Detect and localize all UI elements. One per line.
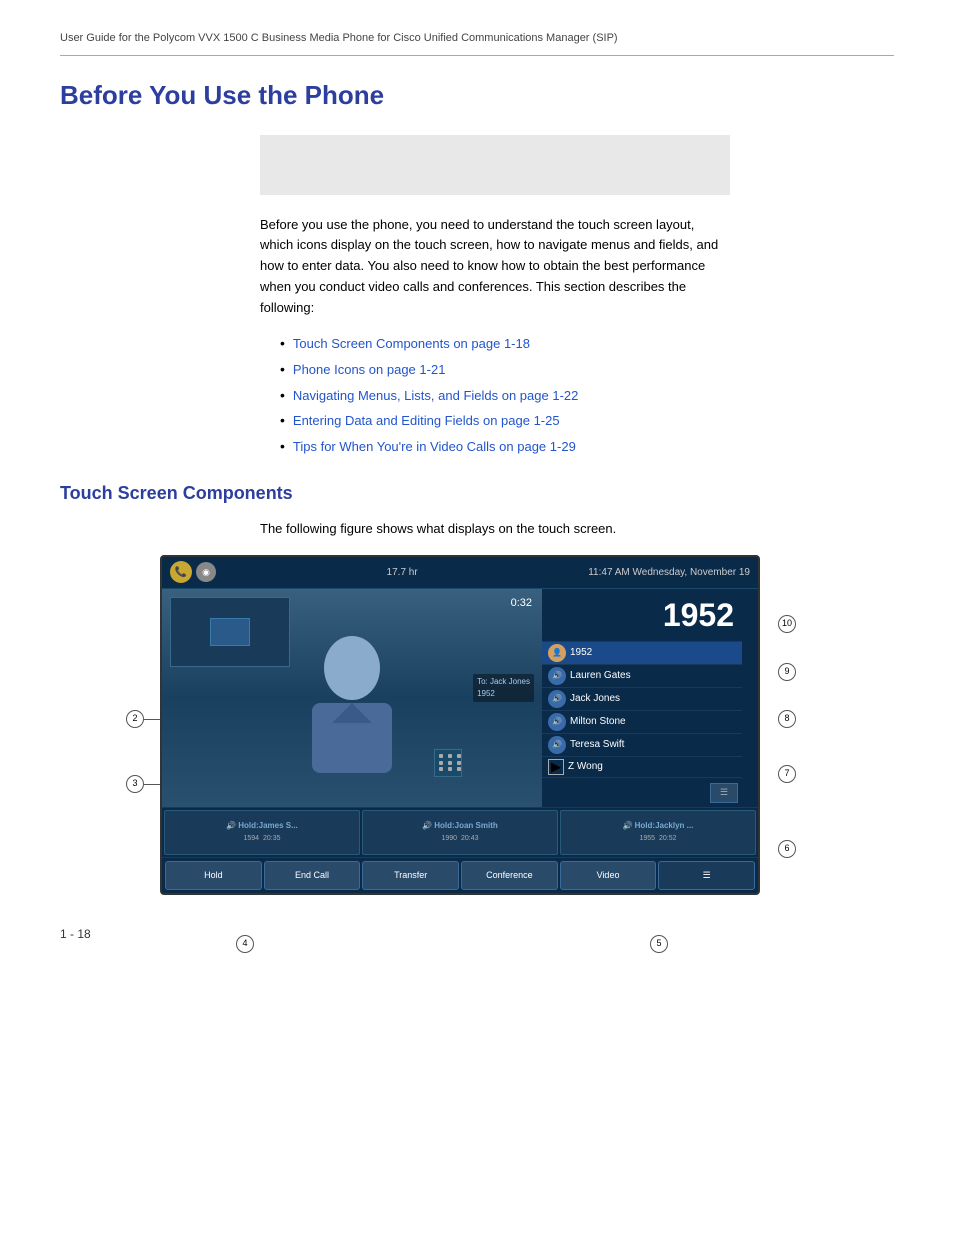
screen-icons-left: 📞 ◉: [170, 561, 216, 583]
guide-title: User Guide for the Polycom VVX 1500 C Bu…: [60, 30, 894, 47]
more-button[interactable]: ☰: [658, 861, 755, 890]
action-bar: Hold End Call Transfer Conference Video …: [162, 857, 758, 893]
hold-item-2[interactable]: 🔊 Hold:Joan Smith 1990 20:43: [362, 810, 558, 855]
contact-zwong: Z Wong: [568, 759, 736, 774]
list-item: Touch Screen Components on page 1-18: [280, 334, 894, 354]
sidebar-bottom-icon: ☰: [542, 779, 742, 807]
arrow-icon: ▶: [548, 759, 564, 775]
right-sidebar: 1952 👤 1952 🔊 Lauren Gates 🔊 Jack Jones: [542, 589, 742, 807]
conference-button[interactable]: Conference: [461, 861, 558, 890]
callout-2: 2: [126, 710, 144, 728]
callout-6: 6: [778, 840, 796, 858]
contact-name-active: 1952: [570, 645, 736, 660]
callout-9: 9: [778, 663, 796, 681]
video-area: 0:32 To: Jack Jones: [162, 589, 542, 807]
page-number: 1 - 18: [60, 925, 894, 943]
transfer-button[interactable]: Transfer: [362, 861, 459, 890]
hold-item-1[interactable]: 🔊 Hold:James S... 1594 20:35: [164, 810, 360, 855]
screen-header: 📞 ◉ 17.7 hr 11:47 AM Wednesday, November…: [162, 557, 758, 589]
active-large-number: 1952: [542, 589, 742, 642]
screen-header-datetime: 11:47 AM Wednesday, November 19: [588, 565, 750, 580]
call-to-label: To: Jack Jones 1952: [473, 674, 534, 702]
figure-caption: The following figure shows what displays…: [260, 519, 894, 539]
contact-milton: Milton Stone: [570, 714, 736, 729]
bullet-link-3[interactable]: Navigating Menus, Lists, and Fields on p…: [293, 386, 578, 406]
hold-bar: 🔊 Hold:James S... 1594 20:35 🔊 Hold:Joan…: [162, 807, 758, 857]
intro-text: Before you use the phone, you need to un…: [260, 215, 730, 319]
callout-4: 4: [236, 935, 254, 953]
video-thumbnail: [170, 597, 290, 667]
contact-lauren: Lauren Gates: [570, 668, 736, 683]
list-item: Tips for When You're in Video Calls on p…: [280, 437, 894, 457]
avatar-photo: 👤: [548, 644, 566, 662]
phone-screen: 📞 ◉ 17.7 hr 11:47 AM Wednesday, November…: [160, 555, 760, 895]
sidebar-entry-active[interactable]: 👤 1952: [542, 642, 742, 665]
bullet-list: Touch Screen Components on page 1-18 Pho…: [280, 334, 894, 456]
hold-item-3[interactable]: 🔊 Hold:Jacklyn ... 1955 20:52: [560, 810, 756, 855]
image-placeholder: [260, 135, 730, 195]
end-call-button[interactable]: End Call: [264, 861, 361, 890]
screen-header-time: 17.7 hr: [216, 565, 588, 580]
keypad-icon: [434, 749, 462, 777]
bullet-link-4[interactable]: Entering Data and Editing Fields on page…: [293, 411, 560, 431]
phone-figure: 1 2 3 4 5 6 7 8: [120, 555, 874, 895]
bullet-link-1[interactable]: Touch Screen Components on page 1-18: [293, 334, 530, 354]
list-item: Phone Icons on page 1-21: [280, 360, 894, 380]
callout-10: 10: [778, 615, 796, 633]
call-timer: 0:32: [511, 595, 532, 612]
page-container: User Guide for the Polycom VVX 1500 C Bu…: [0, 0, 954, 983]
bullet-link-5[interactable]: Tips for When You're in Video Calls on p…: [293, 437, 576, 457]
callout-3: 3: [126, 775, 144, 793]
list-item: Entering Data and Editing Fields on page…: [280, 411, 894, 431]
sidebar-entry-milton[interactable]: 🔊 Milton Stone: [542, 711, 742, 734]
video-button[interactable]: Video: [560, 861, 657, 890]
callout-8: 8: [778, 710, 796, 728]
hold-button[interactable]: Hold: [165, 861, 262, 890]
list-item: Navigating Menus, Lists, and Fields on p…: [280, 386, 894, 406]
avatar-jack: 🔊: [548, 690, 566, 708]
callout-7: 7: [778, 765, 796, 783]
page-title: Before You Use the Phone: [60, 76, 894, 115]
menu-icon[interactable]: ☰: [710, 783, 738, 803]
header-divider: [60, 55, 894, 56]
screen-body: 0:32 To: Jack Jones: [162, 589, 758, 807]
contact-teresa: Teresa Swift: [570, 737, 736, 752]
headset-icon: ◉: [196, 562, 216, 582]
callout-5: 5: [650, 935, 668, 953]
avatar-milton: 🔊: [548, 713, 566, 731]
avatar-teresa: 🔊: [548, 736, 566, 754]
subsection-title: Touch Screen Components: [60, 480, 894, 507]
bullet-link-2[interactable]: Phone Icons on page 1-21: [293, 360, 446, 380]
sidebar-entry-teresa[interactable]: 🔊 Teresa Swift: [542, 734, 742, 757]
avatar-lauren: 🔊: [548, 667, 566, 685]
sidebar-entry-zwong[interactable]: ▶ Z Wong: [542, 757, 742, 778]
phone-icon: 📞: [170, 561, 192, 583]
contact-jack: Jack Jones: [570, 691, 736, 706]
sidebar-entry-lauren[interactable]: 🔊 Lauren Gates: [542, 665, 742, 688]
sidebar-entry-jack[interactable]: 🔊 Jack Jones: [542, 688, 742, 711]
